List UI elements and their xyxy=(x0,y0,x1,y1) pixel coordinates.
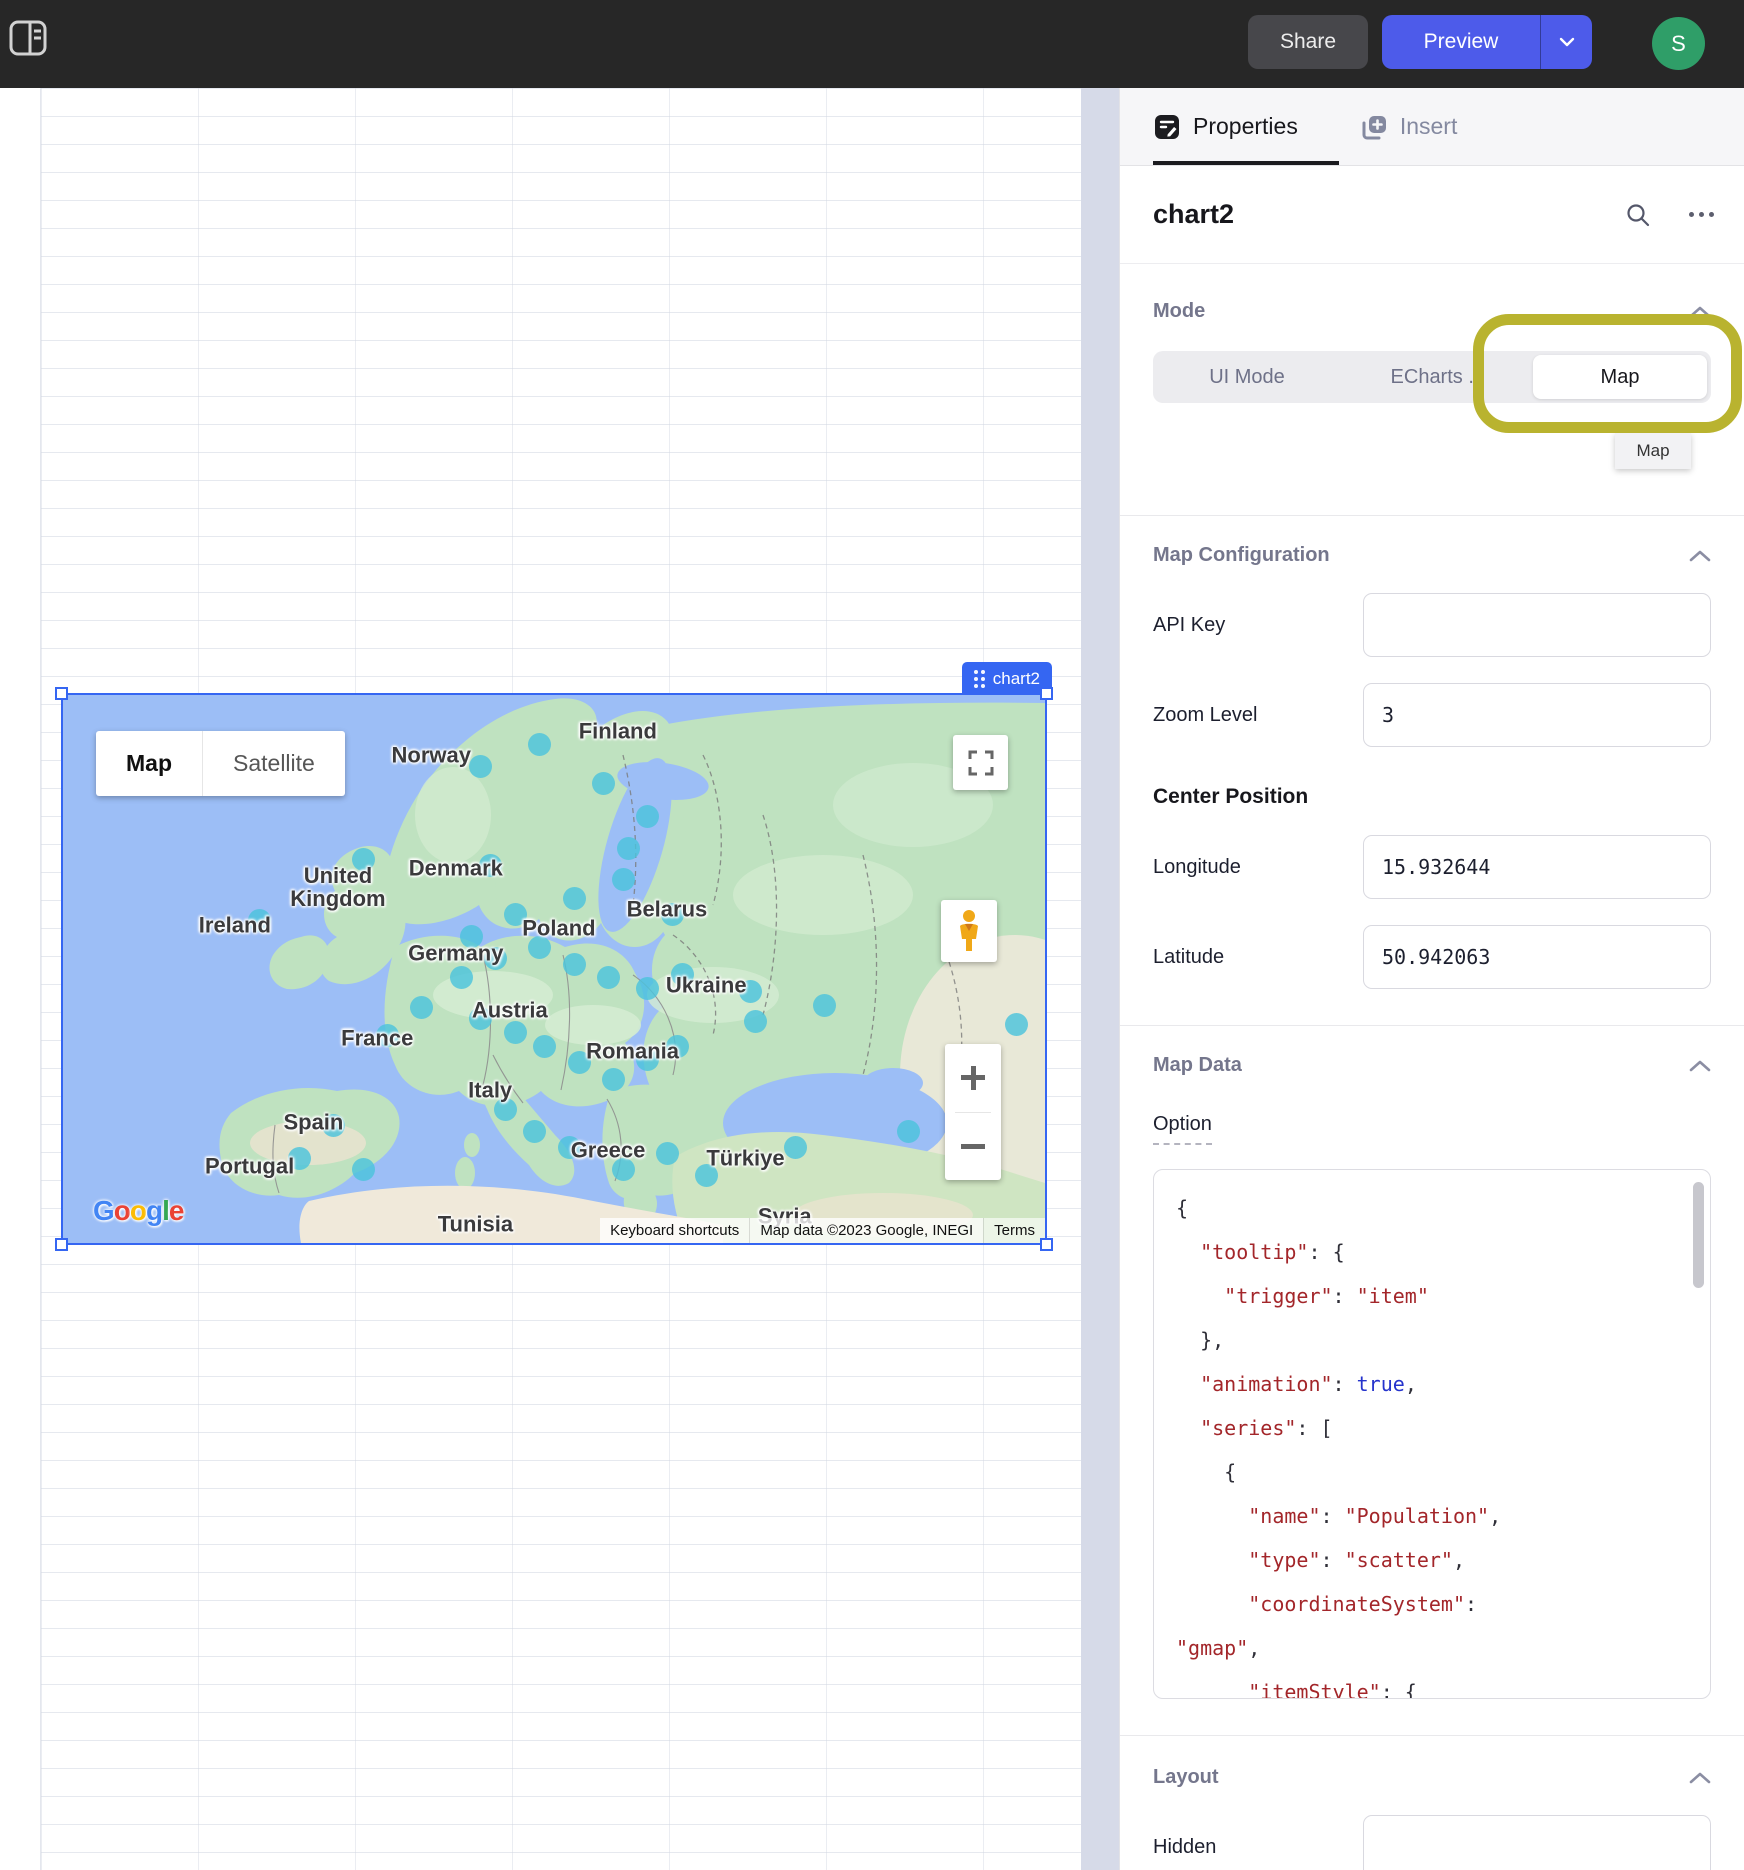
preview-button[interactable]: Preview xyxy=(1382,15,1540,69)
map-data-heading: Map Data xyxy=(1153,1054,1242,1077)
terms-link[interactable]: Terms xyxy=(983,1218,1045,1243)
zoom-level-input[interactable] xyxy=(1363,683,1711,747)
tab-properties[interactable]: Properties xyxy=(1153,88,1298,165)
insert-icon xyxy=(1360,113,1388,141)
pegman-icon xyxy=(954,909,984,953)
code-line: { xyxy=(1176,1186,1702,1230)
code-line: "type": "scatter", xyxy=(1176,1538,1702,1582)
zoom-in-button[interactable] xyxy=(945,1044,1001,1112)
longitude-input[interactable] xyxy=(1363,835,1711,899)
fullscreen-icon xyxy=(968,750,994,776)
resize-handle-top-right[interactable] xyxy=(1040,687,1053,700)
api-key-label: API Key xyxy=(1153,614,1363,637)
pegman-button[interactable] xyxy=(941,900,997,962)
code-scrollbar-thumb[interactable] xyxy=(1693,1182,1704,1288)
keyboard-shortcuts-link[interactable]: Keyboard shortcuts xyxy=(600,1218,749,1243)
widget-tag-label: chart2 xyxy=(993,669,1040,689)
code-line: "coordinateSystem": xyxy=(1176,1582,1702,1626)
hidden-input[interactable] xyxy=(1363,1815,1711,1870)
panel-tabbar: Properties Insert xyxy=(1120,88,1744,166)
search-icon[interactable] xyxy=(1625,202,1651,228)
code-line: "tooltip": { xyxy=(1176,1230,1702,1274)
canvas-scroll-gutter[interactable] xyxy=(1081,88,1119,1870)
map-configuration-heading: Map Configuration xyxy=(1153,544,1330,567)
map-data-section: Map Data Option { "tooltip": { "trigger"… xyxy=(1120,1026,1744,1735)
code-line: "name": "Population", xyxy=(1176,1494,1702,1538)
properties-icon xyxy=(1153,113,1181,141)
app-window: Share Preview S chart2 xyxy=(0,0,1744,1870)
tab-properties-label: Properties xyxy=(1193,113,1298,140)
google-logo[interactable]: Google xyxy=(93,1195,183,1227)
widget-name: chart2 xyxy=(1153,199,1234,230)
map-data-collapse-chevron-icon[interactable] xyxy=(1689,1060,1711,1072)
code-lines: { "tooltip": { "trigger": "item" }, "ani… xyxy=(1176,1186,1702,1699)
map-attribution: Keyboard shortcuts Map data ©2023 Google… xyxy=(600,1218,1045,1243)
active-tab-underline xyxy=(1153,161,1339,165)
user-avatar[interactable]: S xyxy=(1652,17,1705,70)
tab-insert[interactable]: Insert xyxy=(1360,88,1458,165)
zoom-out-button[interactable] xyxy=(945,1113,1001,1181)
mode-option-echarts[interactable]: ECharts .. xyxy=(1341,366,1529,389)
center-position-heading: Center Position xyxy=(1153,785,1711,809)
code-line: "animation": true, xyxy=(1176,1362,1702,1406)
latitude-label: Latitude xyxy=(1153,946,1363,969)
layout-heading: Layout xyxy=(1153,1766,1219,1789)
more-options-icon[interactable] xyxy=(1689,212,1714,217)
properties-panel: Properties Insert chart2 xyxy=(1119,88,1744,1870)
map-zoom-control xyxy=(945,1044,1001,1180)
fullscreen-button[interactable] xyxy=(953,735,1008,790)
widget-tag[interactable]: chart2 xyxy=(962,662,1052,695)
map-type-satellite-button[interactable]: Satellite xyxy=(202,731,345,796)
map-tooltip: Map xyxy=(1615,433,1691,469)
map-configuration-collapse-chevron-icon[interactable] xyxy=(1689,550,1711,562)
code-line: "trigger": "item" xyxy=(1176,1274,1702,1318)
latitude-input[interactable] xyxy=(1363,925,1711,989)
mode-option-map[interactable]: Map xyxy=(1533,355,1707,399)
map-type-control: Map Satellite xyxy=(96,731,345,796)
zoom-level-label: Zoom Level xyxy=(1153,704,1363,727)
resize-handle-top-left[interactable] xyxy=(55,687,68,700)
code-line: }, xyxy=(1176,1318,1702,1362)
topbar: Share Preview S xyxy=(0,0,1744,88)
map-configuration-section: Map Configuration API Key Zoom Level Cen… xyxy=(1120,516,1744,1025)
code-line: "series": [ xyxy=(1176,1406,1702,1450)
sidebar-toggle-icon[interactable] xyxy=(8,18,48,58)
mode-heading: Mode xyxy=(1153,300,1205,323)
preview-button-group: Preview xyxy=(1382,15,1592,69)
mode-section: Mode UI Mode ECharts .. Map Map xyxy=(1120,264,1744,515)
hidden-label: Hidden xyxy=(1153,1836,1363,1859)
tab-insert-label: Insert xyxy=(1400,113,1458,140)
drag-handle-icon xyxy=(974,670,985,688)
option-code-editor[interactable]: { "tooltip": { "trigger": "item" }, "ani… xyxy=(1153,1169,1711,1699)
code-line: "itemStyle": { xyxy=(1176,1670,1702,1699)
layout-collapse-chevron-icon[interactable] xyxy=(1689,1772,1711,1784)
option-label: Option xyxy=(1153,1113,1212,1145)
map-widget-chart2[interactable]: chart2 xyxy=(63,695,1045,1243)
map-data-attribution: Map data ©2023 Google, INEGI xyxy=(749,1218,983,1243)
mode-option-ui-mode[interactable]: UI Mode xyxy=(1153,366,1341,389)
widget-title-row: chart2 xyxy=(1120,166,1744,264)
chevron-down-icon xyxy=(1559,37,1575,47)
code-line: "gmap", xyxy=(1176,1626,1702,1670)
map-type-map-button[interactable]: Map xyxy=(96,731,202,796)
mode-collapse-chevron-icon[interactable] xyxy=(1689,306,1711,318)
share-button[interactable]: Share xyxy=(1248,15,1368,69)
longitude-label: Longitude xyxy=(1153,856,1363,879)
resize-handle-bottom-left[interactable] xyxy=(55,1238,68,1251)
api-key-input[interactable] xyxy=(1363,593,1711,657)
code-line: { xyxy=(1176,1450,1702,1494)
mode-segmented-control: UI Mode ECharts .. Map Map xyxy=(1153,351,1711,403)
preview-dropdown-button[interactable] xyxy=(1540,15,1592,69)
resize-handle-bottom-right[interactable] xyxy=(1040,1238,1053,1251)
layout-section: Layout Hidden xyxy=(1120,1736,1744,1870)
